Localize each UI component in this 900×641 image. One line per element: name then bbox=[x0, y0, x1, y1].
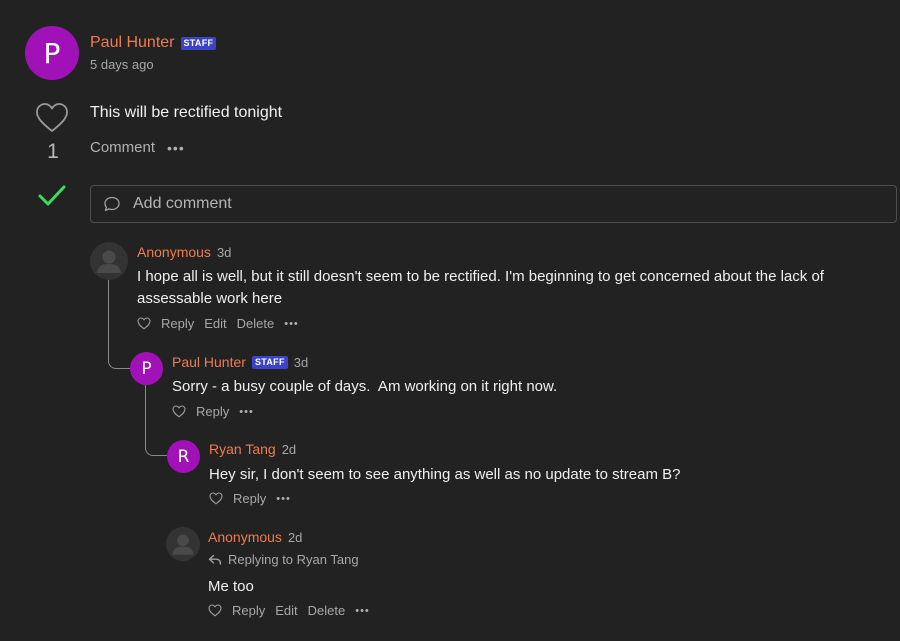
comment-header: Anonymous 3d bbox=[137, 244, 231, 260]
thread-connector bbox=[145, 382, 167, 456]
comment-time: 3d bbox=[216, 245, 232, 260]
reply-button[interactable]: Reply bbox=[233, 491, 266, 506]
comment-actions: Reply ••• bbox=[172, 404, 254, 419]
comment-author[interactable]: Anonymous bbox=[208, 529, 282, 545]
comment-author[interactable]: Paul Hunter bbox=[172, 354, 246, 370]
comment-actions: Reply ••• bbox=[209, 491, 291, 506]
comment-body: Hey sir, I don't seem to see anything as… bbox=[209, 466, 681, 483]
anonymous-user-icon bbox=[97, 250, 121, 273]
comment-time: 3d bbox=[293, 354, 309, 370]
anonymous-avatar[interactable] bbox=[90, 242, 128, 280]
comment-author[interactable]: Ryan Tang bbox=[209, 441, 276, 457]
comment-header: Paul Hunter STAFF 3d bbox=[172, 354, 308, 370]
replying-to-text[interactable]: Replying to Ryan Tang bbox=[228, 552, 359, 567]
comment-time: 2d bbox=[281, 442, 297, 457]
avatar-letter: R bbox=[177, 446, 190, 467]
post-header: Paul Hunter STAFF bbox=[90, 34, 217, 52]
reply-button[interactable]: Reply bbox=[161, 316, 194, 331]
comment-more-button[interactable]: ••• bbox=[239, 406, 254, 418]
comment-body: I hope all is well, but it still doesn't… bbox=[137, 268, 824, 307]
speech-bubble-icon bbox=[104, 196, 120, 212]
heart-icon[interactable] bbox=[209, 492, 223, 505]
comment-time: 2d bbox=[287, 530, 303, 545]
delete-button[interactable]: Delete bbox=[237, 316, 275, 331]
heart-icon[interactable] bbox=[208, 604, 222, 617]
post-actions: Comment ••• bbox=[90, 139, 185, 156]
reply-button[interactable]: Reply bbox=[232, 603, 265, 618]
heart-icon[interactable] bbox=[172, 405, 186, 418]
accepted-answer-check bbox=[37, 182, 67, 208]
comment-more-button[interactable]: ••• bbox=[284, 318, 299, 330]
avatar-letter: P bbox=[43, 36, 61, 70]
comment-actions: Reply Edit Delete ••• bbox=[208, 603, 370, 618]
check-icon bbox=[38, 185, 66, 206]
comment-author[interactable]: Anonymous bbox=[137, 244, 211, 260]
post-more-button[interactable]: ••• bbox=[167, 140, 185, 156]
add-comment-input[interactable]: Add comment bbox=[90, 185, 897, 223]
replying-to: Replying to Ryan Tang bbox=[208, 552, 359, 567]
heart-icon[interactable] bbox=[137, 317, 151, 330]
add-comment-placeholder: Add comment bbox=[133, 195, 232, 212]
comment-author-avatar[interactable]: R bbox=[167, 440, 200, 473]
thread-connector bbox=[108, 280, 130, 369]
like-button[interactable] bbox=[35, 102, 69, 134]
edit-button[interactable]: Edit bbox=[204, 316, 226, 331]
like-count: 1 bbox=[47, 140, 59, 163]
reply-button[interactable]: Reply bbox=[196, 404, 229, 419]
post-body: This will be rectified tonight bbox=[90, 104, 283, 121]
comment-author-avatar[interactable]: P bbox=[130, 352, 163, 385]
comment-body: Me too bbox=[208, 578, 254, 595]
post-author-name[interactable]: Paul Hunter bbox=[90, 34, 175, 52]
edit-button[interactable]: Edit bbox=[275, 603, 297, 618]
comment-header: Anonymous 2d bbox=[208, 529, 302, 545]
post-timestamp: 5 days ago bbox=[90, 57, 154, 72]
post-author-avatar[interactable]: P bbox=[25, 26, 79, 80]
comment-button[interactable]: Comment bbox=[90, 139, 155, 156]
anonymous-user-icon bbox=[172, 534, 194, 555]
reply-arrow-icon bbox=[208, 554, 222, 565]
comment-actions: Reply Edit Delete ••• bbox=[137, 316, 299, 331]
anonymous-avatar[interactable] bbox=[166, 527, 200, 561]
comment-header: Ryan Tang 2d bbox=[209, 441, 296, 457]
staff-badge: STAFF bbox=[180, 36, 217, 50]
delete-button[interactable]: Delete bbox=[308, 603, 346, 618]
staff-badge: STAFF bbox=[251, 355, 288, 369]
comment-more-button[interactable]: ••• bbox=[355, 605, 370, 617]
comment-body: Sorry - a busy couple of days. Am workin… bbox=[172, 378, 558, 395]
avatar-letter: P bbox=[141, 358, 152, 379]
heart-icon bbox=[36, 103, 68, 132]
comment-more-button[interactable]: ••• bbox=[276, 493, 291, 505]
